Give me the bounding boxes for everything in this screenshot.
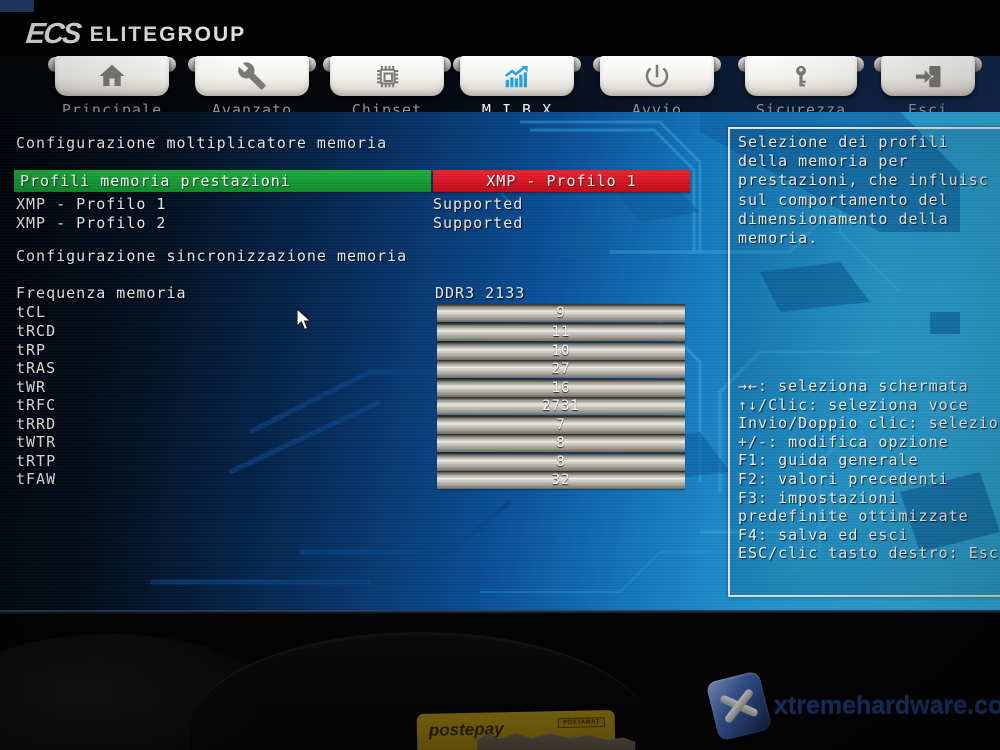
description-line: sul comportamento del bbox=[738, 191, 989, 210]
timing-label[interactable]: tRP bbox=[16, 342, 46, 359]
setting-label[interactable]: XMP - Profilo 1 bbox=[16, 196, 166, 213]
section-title-sync: Configurazione sincronizzazione memoria bbox=[16, 248, 407, 265]
hotkey-line: →←: seleziona schermata bbox=[738, 377, 999, 396]
brand-name: ELITEGROUP bbox=[90, 23, 247, 47]
chart-icon bbox=[501, 61, 533, 91]
monitor-bezel-and-desk: postepay POSTAMAT xtremehardware.com bbox=[0, 614, 1000, 750]
timing-value-box[interactable]: 11 bbox=[437, 323, 685, 341]
hotkey-line: +/-: modifica opzione bbox=[738, 433, 999, 452]
timing-value-box[interactable]: 2731 bbox=[437, 397, 685, 415]
timing-label[interactable]: tFAW bbox=[16, 471, 56, 488]
brand-logo: ECS ELITEGROUP bbox=[26, 18, 246, 51]
timing-label[interactable]: tRFC bbox=[16, 397, 56, 414]
card-badge-text: POSTAMAT bbox=[558, 717, 605, 728]
timing-value-box[interactable]: 27 bbox=[437, 360, 685, 378]
hotkey-line: F4: salva ed esci bbox=[738, 526, 999, 545]
setting-label[interactable]: Frequenza memoria bbox=[16, 285, 187, 302]
description-line: memoria. bbox=[738, 229, 989, 248]
selected-setting-row[interactable]: Profili memoria prestazioni bbox=[14, 170, 431, 192]
hotkey-line: ESC/clic tasto destro: Esc bbox=[738, 544, 999, 563]
hotkey-line: F1: guida generale bbox=[738, 451, 999, 470]
setting-value: Supported bbox=[433, 196, 523, 213]
watermark: xtremehardware.com bbox=[712, 676, 1000, 736]
tab-mib-x[interactable]: M.I.B X bbox=[460, 56, 574, 116]
timing-label[interactable]: tRCD bbox=[16, 323, 56, 340]
timing-value-box[interactable]: 10 bbox=[437, 342, 685, 360]
bios-content-area: Configurazione moltiplicatore memoria Pr… bbox=[0, 112, 1000, 610]
description-line: dimensionamento della bbox=[738, 210, 989, 229]
timing-value-box[interactable]: 32 bbox=[437, 471, 685, 489]
exit-icon bbox=[913, 61, 943, 91]
timing-label[interactable]: tRAS bbox=[16, 360, 56, 377]
timing-value-box[interactable]: 9 bbox=[437, 304, 685, 322]
chipset-icon bbox=[372, 61, 402, 91]
description-line: Selezione dei profili bbox=[738, 133, 989, 152]
timing-label[interactable]: tRRD bbox=[16, 416, 56, 433]
tab-chipset[interactable]: Chipset bbox=[330, 56, 444, 116]
tab-avanzato[interactable]: Avanzato bbox=[195, 56, 309, 116]
timing-value-box[interactable]: 16 bbox=[437, 379, 685, 397]
x-logo-icon bbox=[706, 670, 773, 741]
section-title-multiplier: Configurazione moltiplicatore memoria bbox=[16, 135, 387, 152]
timing-label[interactable]: tWR bbox=[16, 379, 46, 396]
setting-description: Selezione dei profili della memoria per … bbox=[738, 133, 989, 248]
setting-value: Supported bbox=[433, 215, 523, 232]
timing-value-box[interactable]: 7 bbox=[437, 416, 685, 434]
timing-label[interactable]: tCL bbox=[16, 304, 46, 321]
selected-setting-value[interactable]: XMP - Profilo 1 bbox=[433, 170, 690, 192]
description-line: prestazioni, che influisc bbox=[738, 171, 989, 190]
key-icon bbox=[787, 61, 815, 91]
hotkey-line: predefinite ottimizzate bbox=[738, 507, 999, 526]
photo-corner-artifact bbox=[0, 0, 34, 12]
setting-label[interactable]: XMP - Profilo 2 bbox=[16, 215, 166, 232]
hotkey-legend: →←: seleziona schermata ↑↓/Clic: selezio… bbox=[738, 377, 999, 563]
timing-label[interactable]: tRTP bbox=[16, 453, 56, 470]
timing-value-box[interactable]: 8 bbox=[437, 434, 685, 452]
timing-label[interactable]: tWTR bbox=[16, 434, 56, 451]
description-line: della memoria per bbox=[738, 152, 989, 171]
timing-value-box[interactable]: 8 bbox=[437, 453, 685, 471]
setting-value: DDR3 2133 bbox=[435, 285, 525, 302]
postepay-card: postepay POSTAMAT bbox=[417, 710, 616, 750]
hotkey-line: Invio/Doppio clic: selezio bbox=[738, 414, 999, 433]
bios-screen-photo: ECS ELITEGROUP Principale Avanzato bbox=[0, 0, 1000, 750]
hotkey-line: ↑↓/Clic: seleziona voce bbox=[738, 396, 999, 415]
hotkey-line: F2: valori precedenti bbox=[738, 470, 999, 489]
help-panel: Selezione dei profili della memoria per … bbox=[728, 127, 1000, 597]
tab-avvio[interactable]: Avvio bbox=[600, 56, 714, 116]
hotkey-line: F3: impostazioni bbox=[738, 489, 999, 508]
home-icon bbox=[97, 61, 127, 91]
power-icon bbox=[642, 61, 672, 91]
mouse-cursor-icon bbox=[296, 308, 313, 335]
tab-principale[interactable]: Principale bbox=[55, 56, 169, 116]
wrench-icon bbox=[237, 61, 267, 91]
tab-sicurezza[interactable]: Sicurezza bbox=[745, 56, 857, 116]
tab-esci[interactable]: Esci bbox=[881, 56, 975, 116]
watermark-text: xtremehardware.com bbox=[774, 692, 1000, 721]
ecs-logo: ECS bbox=[24, 18, 81, 51]
